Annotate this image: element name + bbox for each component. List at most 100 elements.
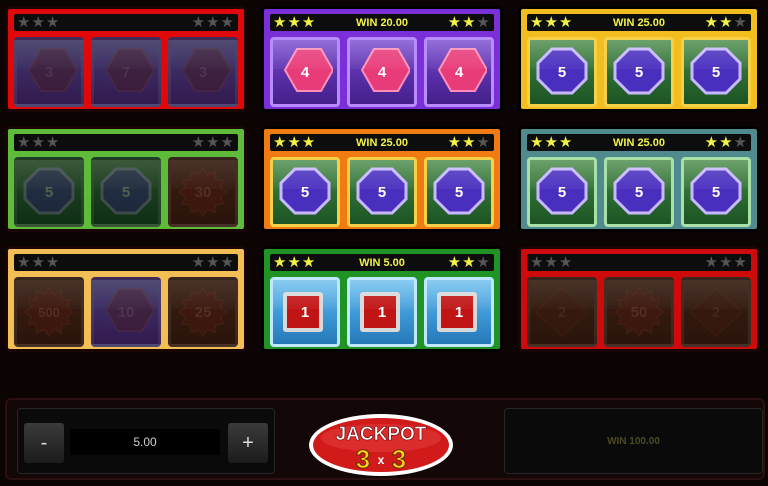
scratch-cell[interactable]: 30 bbox=[168, 157, 238, 227]
ticket-panel-1[interactable]: ★★★ ★★★ 3 7 3 bbox=[5, 6, 247, 112]
scratch-cell[interactable]: 5 bbox=[91, 157, 161, 227]
scratch-cell[interactable]: 5 bbox=[270, 157, 340, 227]
ticket-panel-5[interactable]: ★★★ WIN 25.00 ★★★ 5 5 5 bbox=[261, 126, 503, 232]
scratch-cell[interactable]: 1 bbox=[424, 277, 494, 347]
scratch-cell[interactable]: 1 bbox=[270, 277, 340, 347]
ticket-win-label: WIN 25.00 bbox=[613, 136, 665, 149]
star-icon: ★ bbox=[206, 13, 221, 31]
scratch-cell[interactable]: 5 bbox=[347, 157, 417, 227]
cell-gloss bbox=[607, 160, 671, 189]
cell-gloss bbox=[684, 40, 748, 69]
scratch-cell[interactable]: 5 bbox=[14, 157, 84, 227]
star-icon: ★ bbox=[704, 13, 720, 31]
right-stars-icon: ★★★ bbox=[448, 254, 491, 271]
ticket-header: ★★★ WIN 25.00 ★★★ bbox=[527, 14, 751, 31]
ticket-win-label: WIN 25.00 bbox=[356, 136, 408, 149]
cell-gloss bbox=[427, 40, 491, 69]
scratch-cell[interactable]: 5 bbox=[424, 157, 494, 227]
scratch-cell[interactable]: 5 bbox=[681, 157, 751, 227]
star-icon: ★ bbox=[733, 13, 748, 31]
decrease-bet-button[interactable]: - bbox=[24, 423, 64, 463]
scratch-cell[interactable]: 5 bbox=[604, 157, 674, 227]
cell-gloss bbox=[17, 280, 81, 309]
star-icon: ★ bbox=[447, 253, 463, 271]
cell-gloss bbox=[171, 280, 235, 309]
star-icon: ★ bbox=[719, 133, 734, 151]
star-icon: ★ bbox=[220, 253, 235, 271]
cell-gloss bbox=[94, 40, 158, 69]
scratch-cell[interactable]: 5 bbox=[681, 37, 751, 107]
cell-gloss bbox=[684, 280, 748, 309]
cell-gloss bbox=[684, 160, 748, 189]
scratch-cell[interactable]: 25 bbox=[168, 277, 238, 347]
cell-gloss bbox=[530, 160, 594, 189]
scratch-cell[interactable]: 7 bbox=[91, 37, 161, 107]
cell-gloss bbox=[607, 40, 671, 69]
cell-gloss bbox=[350, 160, 414, 189]
ticket-cells: 444 bbox=[270, 37, 494, 107]
ticket-panel-8[interactable]: ★★★ WIN 5.00 ★★★ 1 1 1 bbox=[261, 246, 503, 352]
ticket-panel-2[interactable]: ★★★ WIN 20.00 ★★★ 4 4 4 bbox=[261, 6, 503, 112]
star-icon: ★ bbox=[206, 253, 221, 271]
star-icon: ★ bbox=[447, 13, 463, 31]
scratch-cell[interactable]: 1 bbox=[347, 277, 417, 347]
ticket-cells: 555 bbox=[527, 157, 751, 227]
star-icon: ★ bbox=[719, 253, 734, 271]
scratch-cell[interactable]: 50 bbox=[604, 277, 674, 347]
star-icon: ★ bbox=[220, 13, 235, 31]
cell-gloss bbox=[427, 160, 491, 189]
scratch-cell[interactable]: 3 bbox=[168, 37, 238, 107]
ticket-panel-6[interactable]: ★★★ WIN 25.00 ★★★ 5 5 5 bbox=[518, 126, 760, 232]
star-icon: ★ bbox=[704, 133, 720, 151]
star-icon: ★ bbox=[476, 133, 491, 151]
jackpot-3x3-logo: JACKPOT 3 x 3 bbox=[309, 414, 453, 476]
scratch-cell[interactable]: 10 bbox=[91, 277, 161, 347]
cell-gloss bbox=[350, 280, 414, 309]
star-icon: ★ bbox=[191, 133, 207, 151]
scratch-cell[interactable]: 4 bbox=[270, 37, 340, 107]
right-stars-icon: ★★★ bbox=[192, 134, 235, 151]
star-icon: ★ bbox=[191, 253, 207, 271]
logo-times: x bbox=[378, 453, 385, 467]
star-icon: ★ bbox=[462, 13, 477, 31]
star-icon: ★ bbox=[719, 13, 734, 31]
scratch-cell[interactable]: 5 bbox=[604, 37, 674, 107]
ticket-header: ★★★ ★★★ bbox=[14, 14, 238, 31]
ticket-win-label: WIN 20.00 bbox=[356, 16, 408, 29]
ticket-cells: 555 bbox=[270, 157, 494, 227]
ticket-header: ★★★ WIN 5.00 ★★★ bbox=[270, 254, 494, 271]
scratch-cell[interactable]: 5 bbox=[527, 37, 597, 107]
scratch-cell[interactable]: 5 bbox=[527, 157, 597, 227]
cell-gloss bbox=[273, 280, 337, 309]
ticket-cells: 2 50 2 bbox=[527, 277, 751, 347]
left-stars-icon: ★★★ bbox=[530, 13, 574, 31]
scratch-cell[interactable]: 2 bbox=[527, 277, 597, 347]
ticket-cells: 5 5 30 bbox=[14, 157, 238, 227]
left-stars-icon: ★★★ bbox=[530, 133, 574, 151]
scratch-cell[interactable]: 4 bbox=[347, 37, 417, 107]
star-icon: ★ bbox=[191, 13, 207, 31]
cell-gloss bbox=[273, 40, 337, 69]
right-stars-icon: ★★★ bbox=[448, 14, 491, 31]
ticket-panel-7[interactable]: ★★★ ★★★ 500 10 25 bbox=[5, 246, 247, 352]
right-stars-icon: ★★★ bbox=[705, 134, 748, 151]
left-stars-icon: ★★★ bbox=[273, 13, 317, 31]
cell-gloss bbox=[607, 280, 671, 309]
scratch-cell[interactable]: 500 bbox=[14, 277, 84, 347]
scratch-cell[interactable]: 2 bbox=[681, 277, 751, 347]
scratch-cell[interactable]: 3 bbox=[14, 37, 84, 107]
ticket-header: ★★★ ★★★ bbox=[14, 254, 238, 271]
star-icon: ★ bbox=[462, 133, 477, 151]
left-stars-icon: ★★★ bbox=[273, 253, 317, 271]
ticket-panel-3[interactable]: ★★★ WIN 25.00 ★★★ 5 5 5 bbox=[518, 6, 760, 112]
ticket-panel-9[interactable]: ★★★ ★★★ 2 50 2 bbox=[518, 246, 760, 352]
increase-bet-button[interactable]: + bbox=[228, 423, 268, 463]
scratch-cell[interactable]: 4 bbox=[424, 37, 494, 107]
left-stars-icon: ★★★ bbox=[17, 133, 61, 151]
total-win-text: WIN 100.00 bbox=[607, 435, 660, 447]
ticket-header: ★★★ WIN 20.00 ★★★ bbox=[270, 14, 494, 31]
ticket-panel-4[interactable]: ★★★ ★★★ 5 5 30 bbox=[5, 126, 247, 232]
star-icon: ★ bbox=[476, 253, 491, 271]
cell-gloss bbox=[171, 40, 235, 69]
star-icon: ★ bbox=[476, 13, 491, 31]
